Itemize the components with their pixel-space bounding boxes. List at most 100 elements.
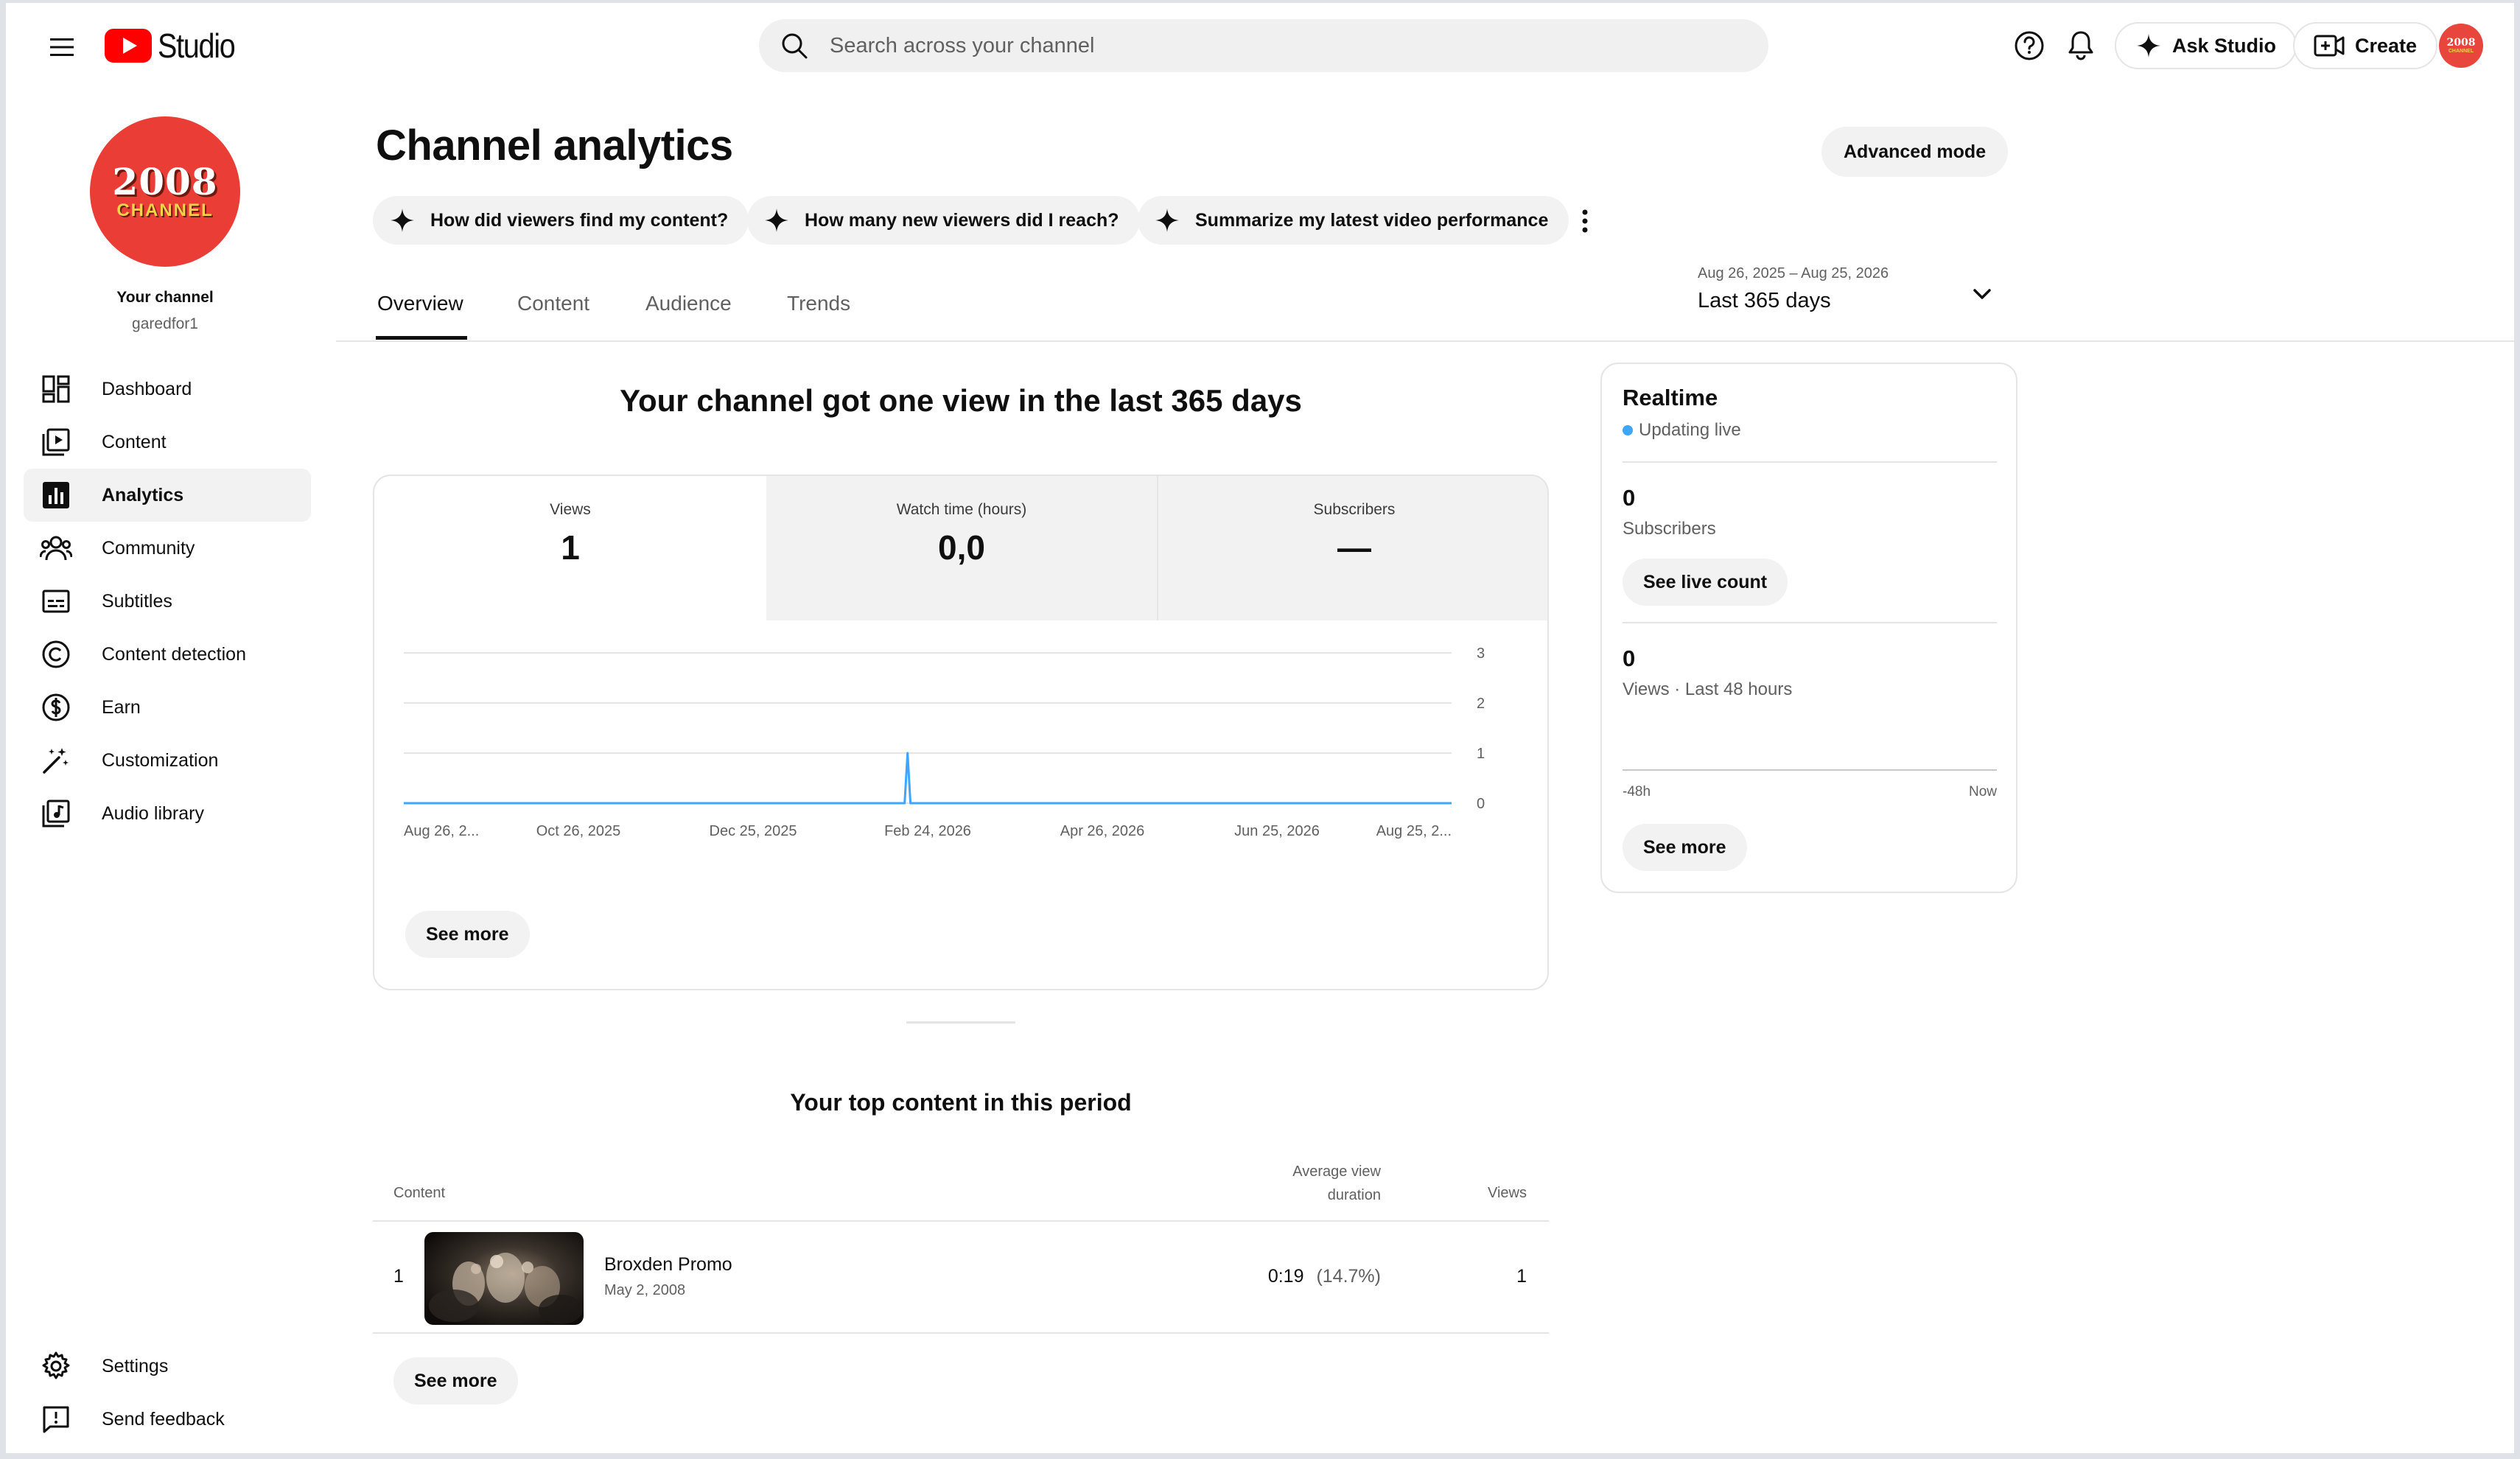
sidebar-item-community[interactable]: Community [24,522,311,575]
sidebar-item-audio-library[interactable]: Audio library [24,787,311,840]
sidebar-item-content[interactable]: Content [24,416,311,469]
realtime-card: Realtime Updating live 0 Subscribers See… [1600,363,2017,893]
metric-tab-subscribers[interactable]: Subscribers — [1158,476,1547,620]
page-title: Channel analytics [376,122,733,169]
x-tick-label: Feb 24, 2026 [884,823,971,839]
dollar-icon [38,690,74,725]
table-divider [373,1332,1549,1334]
column-header-views: Views [1488,1185,1527,1201]
views-line-chart: 0 1 2 3 Aug 26, 2... Oct 26, 2025 Dec 25, 2025… [404,645,1485,839]
ask-studio-button[interactable]: Ask Studio [2115,22,2297,69]
studio-logo[interactable]: Studio [105,24,247,68]
sidebar-item-settings[interactable]: Settings [24,1340,311,1393]
metric-label: Subscribers [1313,501,1396,518]
series-line [404,752,1452,805]
metric-value: 0,0 [938,528,985,567]
tabs-divider [336,340,2514,342]
channel-avatar-word: CHANNEL [116,200,214,220]
advanced-mode-button[interactable]: Advanced mode [1821,127,2009,177]
section-divider [906,1021,1015,1024]
more-options-button[interactable] [1568,202,1602,240]
sidebar-item-label: Content detection [102,643,246,665]
x-tick-label: Jun 25, 2026 [1234,823,1320,839]
tab-audience[interactable]: Audience [645,292,732,315]
video-title[interactable]: Broxden Promo [604,1254,732,1276]
sidebar-item-customization[interactable]: Customization [24,734,311,787]
metric-tab-views[interactable]: Views 1 [374,476,766,620]
tab-overview[interactable]: Overview [377,292,463,315]
sidebar-item-earn[interactable]: Earn [24,681,311,734]
create-button[interactable]: Create [2293,22,2438,69]
menu-button[interactable] [35,25,88,69]
tab-trends[interactable]: Trends [787,292,850,315]
channel-avatar[interactable]: 2008 CHANNEL [90,116,240,267]
help-button[interactable] [2007,24,2051,68]
analytics-icon [38,477,74,513]
suggestion-chip-new-viewers[interactable]: How many new viewers did I reach? [747,196,1140,245]
sidebar-item-label: Audio library [102,802,204,824]
see-live-count-button[interactable]: See live count [1623,559,1788,606]
x-tick-label: Dec 25, 2025 [710,823,797,839]
sidebar-item-label: Dashboard [102,378,192,399]
create-video-icon [2314,35,2345,57]
realtime-see-more-button[interactable]: See more [1623,824,1747,871]
row-rank: 1 [393,1266,404,1287]
chip-label: Summarize my latest video performance [1195,209,1549,231]
avatar-text-bottom: CHANNEL [2448,48,2474,54]
tab-content[interactable]: Content [517,292,589,315]
overview-see-more-button[interactable]: See more [405,911,530,958]
x-tick-label: Apr 26, 2026 [1060,823,1145,839]
realtime-views-value: 0 [1623,645,1636,671]
chip-label: How many new viewers did I reach? [805,209,1119,231]
x-tick-label: Aug 25, 2... [1376,823,1452,839]
overview-card: Views 1 Watch time (hours) 0,0 Subscribe… [373,475,1549,990]
row-views: 1 [1516,1266,1527,1287]
sparkle-icon [1155,209,1179,232]
realtime-divider [1623,461,1997,463]
search-icon [782,33,808,59]
search-bar[interactable] [759,19,1768,72]
metric-label: Watch time (hours) [896,501,1027,518]
sidebar-item-dashboard[interactable]: Dashboard [24,363,311,416]
audio-library-icon [38,796,74,831]
sidebar-item-content-detection[interactable]: Content detection [24,628,311,681]
x-tick-label: Oct 26, 2025 [536,823,621,839]
sidebar-item-send-feedback[interactable]: Send feedback [24,1393,311,1446]
column-header-line: duration [1327,1187,1381,1203]
channel-handle: garedfor1 [132,315,198,332]
live-dot-icon [1623,425,1633,435]
sidebar-item-analytics[interactable]: Analytics [24,469,311,522]
realtime-status-text: Updating live [1639,420,1741,440]
avg-view-duration-pct: (14.7%) [1316,1266,1381,1287]
content-icon [38,424,74,460]
date-range-label[interactable]: Last 365 days [1698,289,1831,313]
date-range-text[interactable]: Aug 26, 2025 – Aug 25, 2026 [1698,265,1889,282]
top-content-see-more-button[interactable]: See more [393,1357,518,1404]
avatar-text-top: 2008 [2446,36,2476,49]
logo-text: Studio [158,27,236,65]
realtime-status: Updating live [1623,420,1741,441]
account-avatar[interactable]: 2008 CHANNEL [2439,24,2483,68]
notifications-button[interactable] [2059,24,2103,68]
sidebar-item-label: Settings [102,1355,169,1376]
ask-studio-label: Ask Studio [2172,34,2277,57]
metric-value: — [1337,528,1371,567]
y-tick-label: 2 [1477,696,1485,712]
date-range-dropdown[interactable] [1967,280,1997,309]
metric-value: 1 [561,528,580,567]
column-header-line: Average view [1292,1164,1381,1180]
metric-tab-watch-time[interactable]: Watch time (hours) 0,0 [766,476,1158,620]
sidebar-item-subtitles[interactable]: Subtitles [24,575,311,628]
realtime-subscribers-value: 0 [1623,485,1636,511]
suggestion-chip-viewers-find[interactable]: How did viewers find my content? [373,196,749,245]
video-date: May 2, 2008 [604,1282,686,1298]
search-input[interactable] [830,33,1714,58]
dashboard-icon [38,371,74,407]
realtime-chart-baseline [1623,769,1997,771]
create-label: Create [2355,34,2418,57]
suggestion-chip-summarize[interactable]: Summarize my latest video performance [1138,196,1569,245]
top-content-title: Your top content in this period [790,1089,1132,1116]
video-thumbnail[interactable] [424,1232,584,1325]
sidebar-item-label: Send feedback [102,1408,225,1430]
sparkle-icon [2137,34,2160,57]
